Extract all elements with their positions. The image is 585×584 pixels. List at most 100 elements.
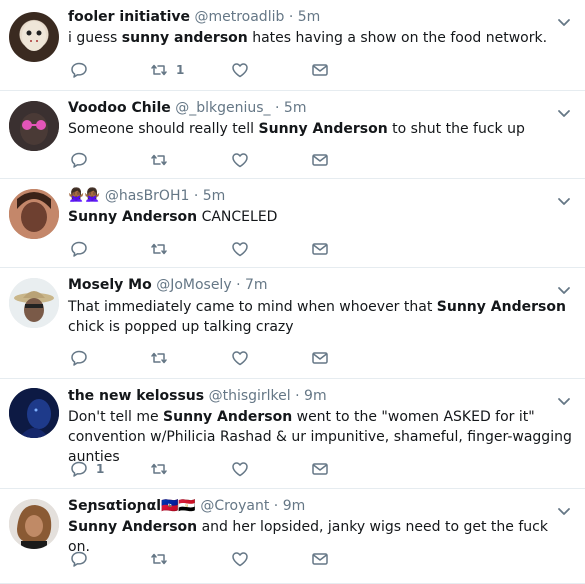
direct-message-icon xyxy=(312,154,328,166)
timestamp[interactable]: 5m xyxy=(203,188,226,204)
tweet-actions xyxy=(68,150,368,170)
reply-button[interactable]: 1 xyxy=(70,459,104,479)
avatar[interactable] xyxy=(9,388,59,438)
chevron-down-icon[interactable] xyxy=(557,394,571,408)
highlighted-term: Sunny Anderson xyxy=(163,409,293,425)
retweet-button[interactable] xyxy=(150,348,176,368)
text-run: i guess xyxy=(68,30,122,46)
chevron-down-icon[interactable] xyxy=(557,194,571,208)
retweet-button[interactable] xyxy=(150,549,176,569)
like-button[interactable] xyxy=(231,60,257,80)
retweet-button[interactable] xyxy=(150,459,176,479)
separator-dot: · xyxy=(288,9,294,25)
username[interactable]: @hasBrOH1 xyxy=(105,188,190,204)
reply-button[interactable] xyxy=(70,549,96,569)
chevron-down-icon[interactable] xyxy=(557,283,571,297)
highlighted-term: Sunny Anderson xyxy=(68,209,198,225)
chevron-down-icon[interactable] xyxy=(557,15,571,29)
like-icon xyxy=(232,351,248,366)
reply-button[interactable] xyxy=(70,239,96,259)
tweet-2[interactable]: Voodoo Chile @_blkgenius_ · 5m Someone s… xyxy=(0,91,585,179)
username[interactable]: @Croyant xyxy=(200,498,269,514)
username[interactable]: @metroadlib xyxy=(194,9,284,25)
tweet-feed: fooler initiative @metroadlib · 5m i gue… xyxy=(0,0,585,584)
text-run: That immediately came to mind when whoev… xyxy=(68,299,437,315)
display-name[interactable]: fooler initiative xyxy=(68,9,190,25)
avatar[interactable] xyxy=(9,499,59,549)
text-run: chick is popped up talking crazy xyxy=(68,319,294,335)
chevron-down-icon[interactable] xyxy=(557,504,571,518)
reply-button[interactable] xyxy=(70,150,96,170)
tweet-3[interactable]: 🙅🏾‍♀️🙅🏾‍♀️ @hasBrOH1 · 5m Sunny Anderson… xyxy=(0,179,585,268)
reply-button[interactable] xyxy=(70,348,96,368)
avatar[interactable] xyxy=(9,101,59,151)
retweet-icon xyxy=(151,64,167,76)
chevron-down-icon[interactable] xyxy=(557,106,571,120)
direct-message-icon xyxy=(312,463,328,475)
tweet-header: the new kelossus @thisgirlkel · 9m xyxy=(68,387,327,405)
text-run: Don't tell me xyxy=(68,409,164,425)
retweet-button[interactable] xyxy=(150,150,176,170)
separator-dot: · xyxy=(236,277,241,293)
tweet-actions xyxy=(68,348,368,368)
like-button[interactable] xyxy=(231,150,257,170)
like-icon xyxy=(232,242,248,257)
retweet-button[interactable]: 1 xyxy=(150,60,184,80)
timestamp[interactable]: 7m xyxy=(245,277,268,293)
timestamp[interactable]: 5m xyxy=(284,100,307,116)
tweet-4[interactable]: Mosely Mo @JoMosely · 7m That immediatel… xyxy=(0,268,585,379)
highlighted-term: Sunny Anderson xyxy=(68,519,198,535)
separator-dot: · xyxy=(193,188,199,204)
username[interactable]: @thisgirlkel xyxy=(209,388,291,404)
direct-message-button[interactable] xyxy=(311,239,329,259)
username[interactable]: @_blkgenius_ xyxy=(175,100,270,116)
direct-message-icon xyxy=(312,243,328,255)
display-name[interactable]: Mosely Mo xyxy=(68,277,152,293)
text-run: to shut the fuck up xyxy=(387,121,525,137)
display-name[interactable]: Seɲsαtioɲαl🇭🇹🇪🇬 xyxy=(68,498,196,514)
tweet-5[interactable]: the new kelossus @thisgirlkel · 9m Don't… xyxy=(0,379,585,489)
timestamp[interactable]: 5m xyxy=(298,9,321,25)
tweet-6[interactable]: Seɲsαtioɲαl🇭🇹🇪🇬 @Croyant · 9m Sunny Ande… xyxy=(0,489,585,584)
tweet-text: That immediately came to mind when whoev… xyxy=(68,297,573,337)
direct-message-button[interactable] xyxy=(311,459,329,479)
reply-button[interactable] xyxy=(70,60,96,80)
display-name[interactable]: the new kelossus xyxy=(68,388,204,404)
like-button[interactable] xyxy=(231,239,257,259)
text-run: CANCELED xyxy=(197,209,278,225)
timestamp[interactable]: 9m xyxy=(283,498,306,514)
like-icon xyxy=(232,552,248,567)
like-button[interactable] xyxy=(231,549,257,569)
direct-message-button[interactable] xyxy=(311,549,329,569)
tweet-actions: 1 xyxy=(68,60,368,80)
avatar[interactable] xyxy=(9,12,59,62)
like-button[interactable] xyxy=(231,459,257,479)
timestamp[interactable]: 9m xyxy=(304,388,327,404)
tweet-header: Seɲsαtioɲαl🇭🇹🇪🇬 @Croyant · 9m xyxy=(68,497,305,515)
retweet-icon xyxy=(151,243,167,255)
like-icon xyxy=(232,153,248,168)
direct-message-button[interactable] xyxy=(311,60,329,80)
tweet-text: Someone should really tell Sunny Anderso… xyxy=(68,119,573,139)
avatar[interactable] xyxy=(9,278,59,328)
reply-icon xyxy=(71,350,87,366)
tweet-actions xyxy=(68,549,368,569)
tweet-text: Don't tell me Sunny Anderson went to the… xyxy=(68,407,573,467)
retweet-button[interactable] xyxy=(150,239,176,259)
separator-dot: · xyxy=(275,100,280,116)
reply-icon xyxy=(71,241,87,257)
username[interactable]: @JoMosely xyxy=(156,277,231,293)
reply-icon xyxy=(71,551,87,567)
like-button[interactable] xyxy=(231,348,257,368)
tweet-header: 🙅🏾‍♀️🙅🏾‍♀️ @hasBrOH1 · 5m xyxy=(68,187,225,205)
avatar[interactable] xyxy=(9,189,59,239)
highlighted-term: sunny anderson xyxy=(121,30,248,46)
retweet-icon xyxy=(151,463,167,475)
display-name[interactable]: Voodoo Chile xyxy=(68,100,171,116)
direct-message-button[interactable] xyxy=(311,348,329,368)
display-name[interactable]: 🙅🏾‍♀️🙅🏾‍♀️ xyxy=(68,187,100,205)
tweet-1[interactable]: fooler initiative @metroadlib · 5m i gue… xyxy=(0,0,585,91)
reply-icon xyxy=(71,62,87,78)
direct-message-button[interactable] xyxy=(311,150,329,170)
retweet-icon xyxy=(151,553,167,565)
